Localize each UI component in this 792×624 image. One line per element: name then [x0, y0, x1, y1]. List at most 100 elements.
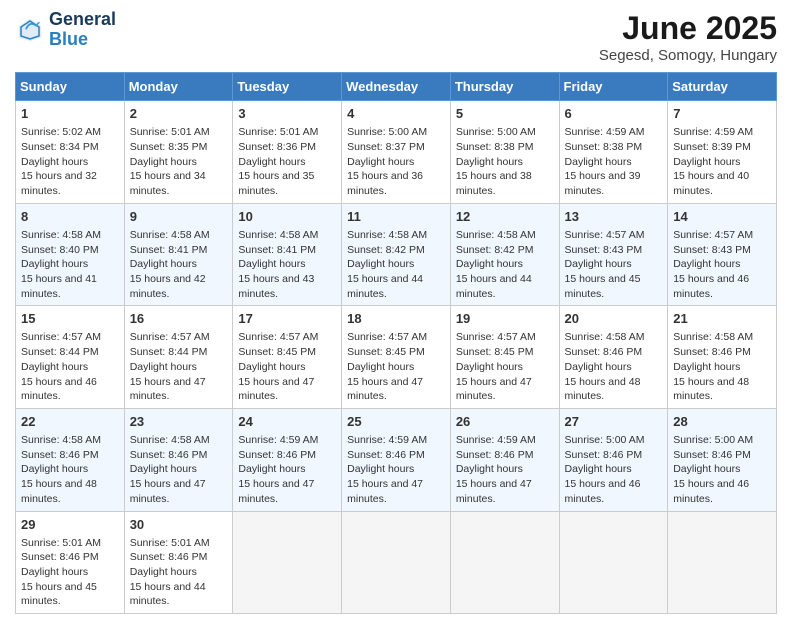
- sunset-text: Sunset: 8:41 PM: [130, 244, 208, 256]
- sunset-text: Sunset: 8:41 PM: [238, 244, 316, 256]
- calendar-cell: 29Sunrise: 5:01 AMSunset: 8:46 PMDayligh…: [16, 511, 125, 614]
- calendar-cell: 19Sunrise: 4:57 AMSunset: 8:45 PMDayligh…: [450, 306, 559, 409]
- calendar-cell: 3Sunrise: 5:01 AMSunset: 8:36 PMDaylight…: [233, 101, 342, 204]
- day-number: 25: [347, 413, 445, 431]
- daylight-label: Daylight hours: [456, 463, 523, 475]
- daylight-duration: 15 hours and 47 minutes.: [347, 376, 423, 403]
- sunrise-text: Sunrise: 4:57 AM: [238, 331, 318, 343]
- calendar-cell: 13Sunrise: 4:57 AMSunset: 8:43 PMDayligh…: [559, 203, 668, 306]
- calendar-week-5: 29Sunrise: 5:01 AMSunset: 8:46 PMDayligh…: [16, 511, 777, 614]
- daylight-label: Daylight hours: [456, 361, 523, 373]
- sunrise-text: Sunrise: 4:58 AM: [21, 229, 101, 241]
- calendar-cell: 17 Sunrise: 4:57 AM Sunset: 8:45 PM Dayligh…: [233, 306, 342, 409]
- calendar-cell: 25 Sunrise: 4:59 AM Sunset: 8:46 PM Dayligh…: [342, 408, 451, 511]
- sunrise-text: Sunrise: 5:01 AM: [130, 126, 210, 138]
- sunset-text: Sunset: 8:42 PM: [347, 244, 425, 256]
- daylight-duration: 15 hours and 44 minutes.: [130, 581, 206, 608]
- daylight-label: Daylight hours: [21, 156, 88, 168]
- sunset-text: Sunset: 8:46 PM: [238, 449, 316, 461]
- daylight-duration: 15 hours and 48 minutes.: [565, 376, 641, 403]
- weekday-header-monday: Monday: [124, 73, 233, 101]
- month-title: June 2025: [599, 10, 777, 47]
- daylight-label: Daylight hours: [21, 463, 88, 475]
- day-number: 14: [673, 208, 771, 226]
- calendar-cell: 27Sunrise: 5:00 AMSunset: 8:46 PMDayligh…: [559, 408, 668, 511]
- day-number: 10: [238, 208, 336, 226]
- day-number: 12: [456, 208, 554, 226]
- sunset-text: Sunset: 8:38 PM: [456, 141, 534, 153]
- daylight-label: Daylight hours: [565, 361, 632, 373]
- sunrise-text: Sunrise: 4:59 AM: [673, 126, 753, 138]
- daylight-duration: 15 hours and 47 minutes.: [130, 376, 206, 403]
- calendar-cell: 26Sunrise: 4:59 AMSunset: 8:46 PMDayligh…: [450, 408, 559, 511]
- day-number: 16: [130, 310, 228, 328]
- daylight-duration: 15 hours and 39 minutes.: [565, 170, 641, 197]
- sunrise-text: Sunrise: 5:00 AM: [347, 126, 427, 138]
- daylight-duration: 15 hours and 43 minutes.: [238, 273, 314, 300]
- sunrise-text: Sunrise: 4:57 AM: [347, 331, 427, 343]
- calendar-cell: 22Sunrise: 4:58 AMSunset: 8:46 PMDayligh…: [16, 408, 125, 511]
- calendar-cell: 20Sunrise: 4:58 AMSunset: 8:46 PMDayligh…: [559, 306, 668, 409]
- sunset-text: Sunset: 8:45 PM: [238, 346, 316, 358]
- daylight-label: Daylight hours: [238, 463, 305, 475]
- sunset-text: Sunset: 8:46 PM: [21, 449, 99, 461]
- day-number: 17: [238, 310, 336, 328]
- daylight-label: Daylight hours: [130, 258, 197, 270]
- title-area: June 2025 Segesd, Somogy, Hungary: [599, 10, 777, 64]
- sunset-text: Sunset: 8:46 PM: [130, 551, 208, 563]
- sunrise-text: Sunrise: 5:00 AM: [456, 126, 536, 138]
- sunset-text: Sunset: 8:42 PM: [456, 244, 534, 256]
- sunset-text: Sunset: 8:43 PM: [565, 244, 643, 256]
- daylight-label: Daylight hours: [347, 463, 414, 475]
- calendar-cell: [668, 511, 777, 614]
- daylight-duration: 15 hours and 38 minutes.: [456, 170, 532, 197]
- sunset-text: Sunset: 8:46 PM: [130, 449, 208, 461]
- calendar-cell: 30Sunrise: 5:01 AMSunset: 8:46 PMDayligh…: [124, 511, 233, 614]
- sunrise-text: Sunrise: 4:57 AM: [130, 331, 210, 343]
- sunrise-text: Sunrise: 4:58 AM: [130, 434, 210, 446]
- sunset-text: Sunset: 8:37 PM: [347, 141, 425, 153]
- sunset-text: Sunset: 8:34 PM: [21, 141, 99, 153]
- weekday-header-wednesday: Wednesday: [342, 73, 451, 101]
- daylight-label: Daylight hours: [565, 156, 632, 168]
- daylight-label: Daylight hours: [673, 463, 740, 475]
- calendar-cell: 18Sunrise: 4:57 AMSunset: 8:45 PMDayligh…: [342, 306, 451, 409]
- sunrise-text: Sunrise: 5:00 AM: [565, 434, 645, 446]
- calendar-cell: 24Sunrise: 4:59 AMSunset: 8:46 PMDayligh…: [233, 408, 342, 511]
- daylight-label: Daylight hours: [130, 463, 197, 475]
- daylight-duration: 15 hours and 32 minutes.: [21, 170, 97, 197]
- sunrise-text: Sunrise: 4:59 AM: [347, 434, 427, 446]
- day-number: 3: [238, 105, 336, 123]
- day-number: 27: [565, 413, 663, 431]
- daylight-label: Daylight hours: [238, 361, 305, 373]
- daylight-label: Daylight hours: [347, 361, 414, 373]
- sunset-text: Sunset: 8:46 PM: [347, 449, 425, 461]
- daylight-label: Daylight hours: [21, 258, 88, 270]
- sunset-text: Sunset: 8:40 PM: [21, 244, 99, 256]
- calendar-cell: 14Sunrise: 4:57 AMSunset: 8:43 PMDayligh…: [668, 203, 777, 306]
- weekday-header-saturday: Saturday: [668, 73, 777, 101]
- calendar-cell: 16Sunrise: 4:57 AMSunset: 8:44 PMDayligh…: [124, 306, 233, 409]
- calendar-week-2: 8Sunrise: 4:58 AMSunset: 8:40 PMDaylight…: [16, 203, 777, 306]
- sunrise-text: Sunrise: 4:57 AM: [21, 331, 101, 343]
- day-number: 6: [565, 105, 663, 123]
- calendar-cell: 5Sunrise: 5:00 AMSunset: 8:38 PMDaylight…: [450, 101, 559, 204]
- sunrise-text: Sunrise: 4:58 AM: [347, 229, 427, 241]
- sunset-text: Sunset: 8:39 PM: [673, 141, 751, 153]
- calendar-cell: 1Sunrise: 5:02 AMSunset: 8:34 PMDaylight…: [16, 101, 125, 204]
- calendar-cell: 28Sunrise: 5:00 AMSunset: 8:46 PMDayligh…: [668, 408, 777, 511]
- sunset-text: Sunset: 8:38 PM: [565, 141, 643, 153]
- daylight-duration: 15 hours and 47 minutes.: [347, 478, 423, 505]
- day-number: 11: [347, 208, 445, 226]
- logo: GeneralBlue: [15, 10, 116, 50]
- daylight-duration: 15 hours and 41 minutes.: [21, 273, 97, 300]
- sunset-text: Sunset: 8:43 PM: [673, 244, 751, 256]
- daylight-duration: 15 hours and 46 minutes.: [565, 478, 641, 505]
- daylight-label: Daylight hours: [347, 156, 414, 168]
- sunset-text: Sunset: 8:46 PM: [21, 551, 99, 563]
- sunrise-text: Sunrise: 4:58 AM: [673, 331, 753, 343]
- daylight-duration: 15 hours and 47 minutes.: [238, 478, 314, 505]
- daylight-duration: 15 hours and 46 minutes.: [21, 376, 97, 403]
- sunrise-text: Sunrise: 4:59 AM: [456, 434, 536, 446]
- daylight-duration: 15 hours and 48 minutes.: [21, 478, 97, 505]
